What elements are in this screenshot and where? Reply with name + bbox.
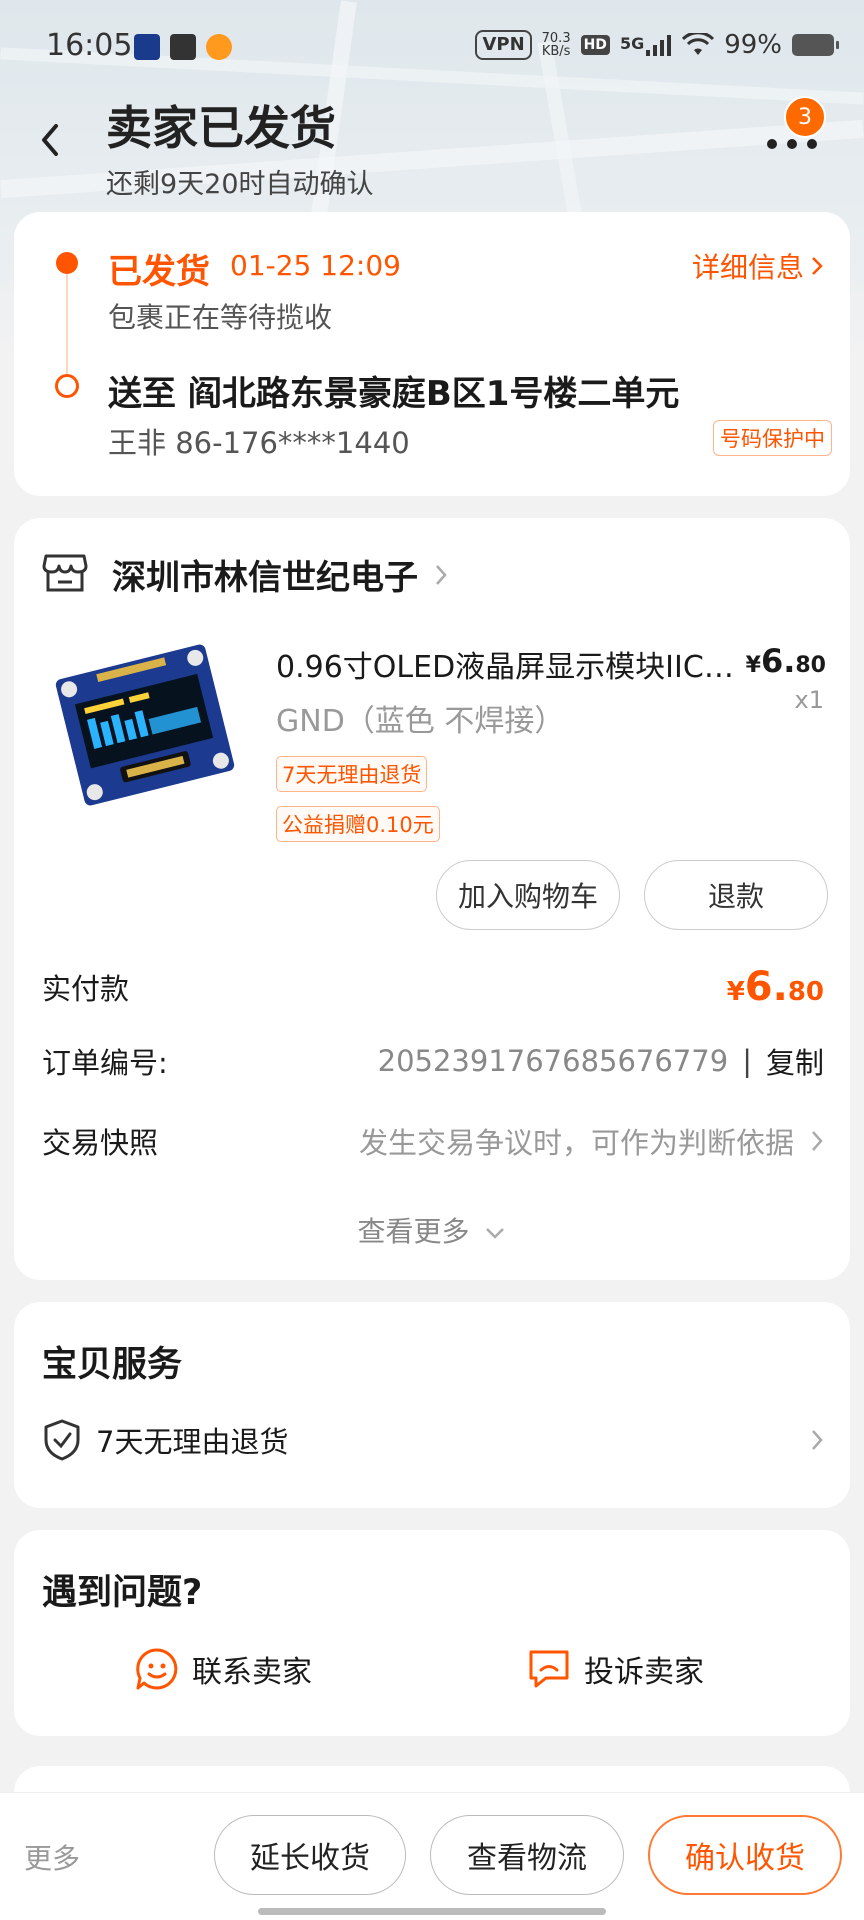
paid-amount: ¥6.80 bbox=[727, 964, 824, 1010]
shipping-time: 01-25 12:09 bbox=[230, 249, 401, 282]
service-item-row[interactable]: 7天无理由退货 bbox=[42, 1418, 824, 1462]
product-name[interactable]: 0.96寸OLED液晶屏显示模块IIC接口 bbox=[276, 642, 736, 686]
shipping-status: 已发货 bbox=[108, 252, 210, 292]
bottom-action-bar: 更多 延长收货 查看物流 确认收货 bbox=[0, 1792, 864, 1920]
battery-icon bbox=[792, 34, 839, 56]
service-item-label: 7天无理由退货 bbox=[96, 1425, 289, 1459]
status-bar: 16:05 VPN 70.3 KB/s HD 5G 99% bbox=[0, 0, 864, 96]
net-speed-unit: KB/s bbox=[541, 44, 571, 59]
app-icon bbox=[206, 34, 232, 60]
net-speed: 70.3 KB/s bbox=[542, 32, 571, 58]
contact-seller-label: 联系卖家 bbox=[192, 1655, 312, 1690]
network-type: 5G bbox=[619, 34, 645, 53]
snapshot-row[interactable]: 交易快照 发生交易争议时，可作为判断依据 bbox=[42, 1120, 824, 1162]
auto-confirm-countdown: 还剩9天20时自动确认 bbox=[106, 169, 374, 200]
copy-button[interactable]: 复制 bbox=[766, 1040, 824, 1082]
price-symbol: ¥ bbox=[745, 653, 761, 678]
product-spec: GND（蓝色 不焊接） bbox=[276, 704, 565, 739]
taobao-app-icon bbox=[170, 34, 196, 60]
chat-smile-icon bbox=[136, 1648, 178, 1690]
recipient-info: 王非 86-176****1440 bbox=[108, 426, 410, 460]
price-decimal: 80 bbox=[795, 653, 826, 678]
divider: | bbox=[742, 1044, 752, 1078]
battery-percent: 99% bbox=[724, 30, 782, 60]
extend-receipt-button[interactable]: 延长收货 bbox=[214, 1815, 406, 1895]
paid-amount-row: 实付款 ¥6.80 bbox=[42, 964, 824, 1010]
shipping-card[interactable]: 已发货 01-25 12:09 详细信息 包裹正在等待揽收 送至 阎北路东景豪庭… bbox=[14, 212, 850, 496]
view-logistics-button[interactable]: 查看物流 bbox=[430, 1815, 624, 1895]
delivery-address: 送至 阎北路东景豪庭B区1号楼二单元 bbox=[108, 374, 680, 414]
status-dot-icon bbox=[56, 252, 78, 274]
order-number-label: 订单编号: bbox=[42, 1046, 168, 1080]
confirm-receipt-button[interactable]: 确认收货 bbox=[648, 1815, 842, 1895]
status-indicators: VPN 70.3 KB/s HD 5G 99% bbox=[475, 30, 839, 60]
complain-seller-button[interactable]: 投诉卖家 bbox=[526, 1646, 704, 1692]
address-dot-icon bbox=[55, 374, 79, 398]
product-image[interactable] bbox=[50, 630, 240, 820]
return-policy-tag: 7天无理由退货 bbox=[276, 756, 428, 792]
snapshot-hint-group: 发生交易争议时，可作为判断依据 bbox=[359, 1120, 824, 1162]
chevron-down-icon bbox=[486, 1228, 505, 1239]
order-number-group: 2052391767685676779 | 复制 bbox=[378, 1040, 824, 1082]
contact-seller-button[interactable]: 联系卖家 bbox=[134, 1646, 312, 1692]
see-more-button[interactable]: 查看更多 bbox=[14, 1210, 850, 1250]
snapshot-hint: 发生交易争议时，可作为判断依据 bbox=[358, 1126, 794, 1160]
complaint-icon bbox=[529, 1650, 569, 1688]
charity-tag: 公益捐赠0.10元 bbox=[276, 806, 440, 842]
detail-info-link[interactable]: 详细信息 bbox=[692, 246, 824, 286]
paid-amount-label: 实付款 bbox=[42, 972, 130, 1006]
chevron-right-icon bbox=[812, 1131, 823, 1151]
shield-check-icon bbox=[44, 1419, 80, 1461]
vpn-icon: VPN bbox=[475, 30, 532, 60]
refund-button[interactable]: 退款 bbox=[644, 860, 828, 930]
product-price: ¥6.80 bbox=[746, 642, 826, 680]
detail-info-label: 详细信息 bbox=[691, 251, 804, 284]
paid-symbol: ¥ bbox=[726, 977, 745, 1007]
chevron-right-icon bbox=[812, 257, 823, 275]
chevron-right-icon bbox=[812, 1430, 823, 1450]
wifi-icon bbox=[682, 33, 715, 55]
privacy-protection-tag: 号码保护中 bbox=[713, 420, 832, 456]
service-card: 宝贝服务 7天无理由退货 bbox=[14, 1302, 850, 1508]
order-number-row: 订单编号: 2052391767685676779 | 复制 bbox=[42, 1040, 824, 1082]
page-title: 卖家已发货 bbox=[106, 101, 336, 155]
add-to-cart-button[interactable]: 加入购物车 bbox=[436, 860, 620, 930]
package-status: 包裹正在等待揽收 bbox=[108, 301, 333, 334]
signal-icon: 5G bbox=[620, 34, 672, 56]
hd-icon: HD bbox=[580, 35, 610, 55]
back-arrow-icon[interactable] bbox=[36, 120, 66, 160]
home-indicator[interactable] bbox=[258, 1908, 606, 1915]
store-name: 深圳市林信世纪电子 bbox=[112, 558, 418, 598]
store-name-link[interactable]: 深圳市林信世纪电子 bbox=[112, 550, 448, 599]
news-app-icon bbox=[134, 34, 160, 60]
chevron-right-icon bbox=[436, 564, 447, 585]
timeline-line bbox=[66, 274, 68, 374]
price-integer: 6. bbox=[760, 642, 796, 680]
help-title: 遇到问题? bbox=[42, 1573, 203, 1613]
notification-badge: 3 bbox=[784, 96, 826, 138]
order-card: 深圳市林信世纪电子 0.96寸OLED液晶屏显示模块IIC接口 ¥6.80 x1… bbox=[14, 518, 850, 1280]
order-number: 2052391767685676779 bbox=[377, 1044, 729, 1078]
see-more-label: 查看更多 bbox=[357, 1215, 470, 1248]
product-quantity: x1 bbox=[794, 686, 824, 714]
snapshot-label: 交易快照 bbox=[42, 1126, 159, 1160]
complain-seller-label: 投诉卖家 bbox=[584, 1655, 704, 1690]
more-button[interactable]: 更多 bbox=[24, 1837, 80, 1877]
help-card: 遇到问题? 联系卖家 投诉卖家 bbox=[14, 1530, 850, 1736]
service-title: 宝贝服务 bbox=[42, 1345, 183, 1385]
status-time: 16:05 bbox=[46, 28, 133, 63]
paid-integer: 6. bbox=[744, 964, 788, 1010]
paid-decimal: 80 bbox=[787, 977, 824, 1007]
store-icon bbox=[42, 554, 88, 592]
